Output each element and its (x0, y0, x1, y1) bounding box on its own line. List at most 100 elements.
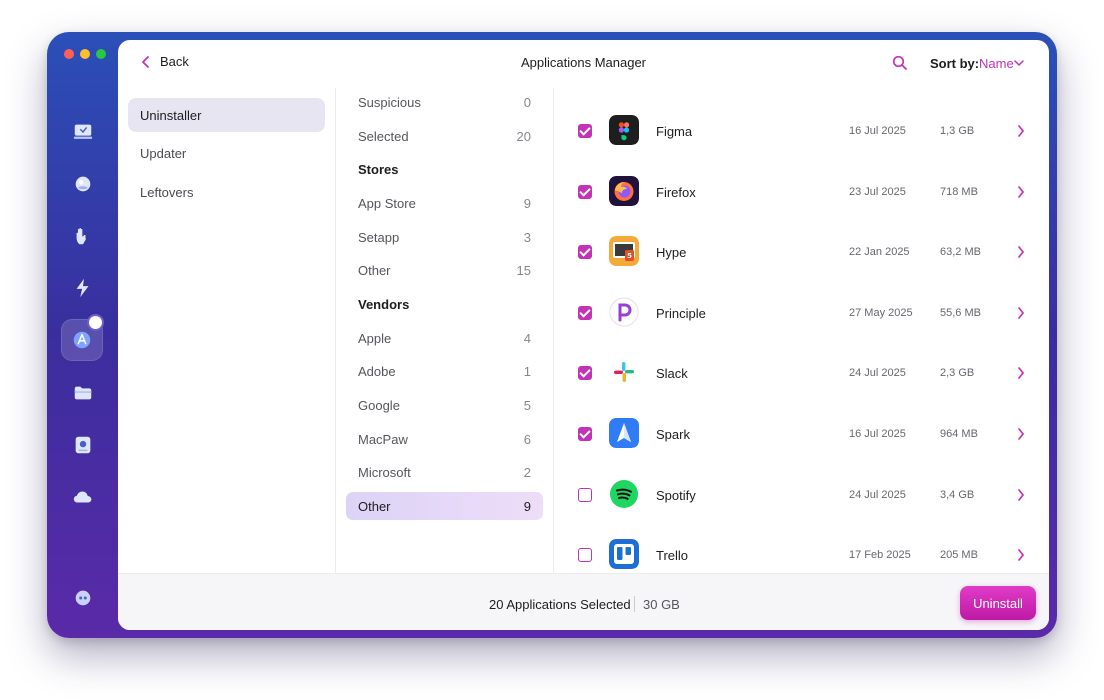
category-microsoft[interactable]: Microsoft 2 (346, 458, 543, 486)
nav-item-leftovers[interactable]: Leftovers (128, 175, 325, 209)
files-folder-icon[interactable] (67, 377, 99, 409)
slack-icon (609, 357, 639, 388)
section-header-stores: Stores (346, 155, 543, 183)
chevron-right-icon[interactable] (1017, 306, 1025, 319)
selection-count: 20 Applications Selected (489, 597, 631, 612)
firefox-icon (609, 175, 639, 206)
principle-icon (609, 297, 639, 327)
chevron-right-icon[interactable] (1017, 367, 1025, 380)
app-checkbox[interactable] (578, 124, 592, 138)
minimize-window-button[interactable] (80, 49, 90, 59)
app-date: 27 May 2025 (849, 306, 913, 319)
spotify-icon (609, 479, 639, 509)
toolbar: Back Applications Manager Sort by: Name (118, 40, 1049, 88)
app-size: 55,6 MB (940, 306, 981, 319)
category-label: Selected (358, 129, 409, 144)
list-item[interactable]: Spotify 24 Jul 2025 3,4 GB (554, 452, 1049, 512)
category-suspicious[interactable]: Suspicious 0 (346, 88, 543, 116)
list-item[interactable]: Trello 17 Feb 2025 205 MB (554, 512, 1049, 572)
category-count: 15 (516, 263, 531, 278)
category-label: Suspicious (358, 95, 421, 110)
chevron-right-icon[interactable] (1017, 246, 1025, 259)
list-item[interactable]: Slack 24 Jul 2025 2,3 GB (554, 330, 1049, 390)
category-other-store[interactable]: Other 15 (346, 256, 543, 284)
app-date: 24 Jul 2025 (849, 367, 906, 380)
category-label: Apple (358, 331, 392, 346)
chevron-down-icon[interactable] (1014, 59, 1024, 67)
figma-icon (609, 115, 639, 145)
chevron-right-icon[interactable] (1017, 549, 1025, 562)
category-apple[interactable]: Apple 4 (346, 324, 543, 352)
app-date: 16 Jul 2025 (849, 428, 906, 440)
app-size: 718 MB (940, 185, 978, 198)
chevron-right-icon[interactable] (1017, 428, 1025, 440)
nav-item-updater[interactable]: Updater (128, 136, 325, 170)
app-checkbox[interactable] (578, 245, 592, 260)
app-date: 23 Jul 2025 (849, 185, 906, 198)
zoom-window-button[interactable] (96, 49, 106, 59)
main-panel: Back Applications Manager Sort by: Name … (118, 40, 1049, 630)
app-checkbox[interactable] (578, 487, 592, 502)
app-date: 24 Jul 2025 (849, 488, 906, 501)
protection-hand-icon[interactable] (67, 220, 99, 252)
performance-bolt-icon[interactable] (67, 272, 99, 304)
category-count: 0 (523, 95, 531, 110)
app-name: Hype (656, 245, 687, 261)
category-count: 20 (516, 129, 531, 144)
smart-care-icon[interactable] (67, 116, 99, 148)
space-lens-icon[interactable] (67, 429, 99, 461)
app-window: Back Applications Manager Sort by: Name … (47, 32, 1057, 638)
chevron-right-icon[interactable] (1017, 488, 1025, 501)
app-date: 16 Jul 2025 (849, 125, 906, 137)
category-label: Setapp (358, 230, 400, 245)
assistant-icon[interactable] (67, 582, 99, 614)
app-checkbox[interactable] (578, 548, 592, 563)
cloud-icon[interactable] (67, 481, 99, 513)
category-label: Google (358, 398, 400, 413)
category-label: App Store (358, 196, 416, 211)
chevron-right-icon[interactable] (1017, 185, 1025, 198)
search-icon[interactable] (891, 54, 909, 72)
category-other-vendor[interactable]: Other 9 (346, 492, 543, 520)
category-google[interactable]: Google 5 (346, 391, 543, 419)
app-date: 22 Jan 2025 (849, 246, 910, 259)
category-count: 2 (523, 465, 531, 480)
app-size: 3,4 GB (940, 488, 975, 501)
app-name: Spark (656, 427, 690, 442)
list-item[interactable]: 5 Hype 22 Jan 2025 63,2 MB (554, 209, 1049, 269)
uninstall-button[interactable]: Uninstall (960, 586, 1036, 620)
category-count: 6 (523, 432, 531, 447)
footer-bar: 20 Applications Selected 30 GB Uninstall (118, 573, 1049, 630)
category-macpaw[interactable]: MacPaw 6 (346, 425, 543, 453)
app-checkbox[interactable] (578, 184, 592, 199)
chevron-right-icon[interactable] (1017, 125, 1025, 137)
selection-size: 30 GB (643, 597, 680, 612)
list-item[interactable]: Principle 27 May 2025 55,6 MB (554, 270, 1049, 330)
app-checkbox[interactable] (578, 427, 592, 441)
close-window-button[interactable] (64, 49, 74, 59)
app-date: 17 Feb 2025 (849, 549, 911, 562)
app-name: Spotify (656, 487, 696, 503)
list-item[interactable]: Spark 16 Jul 2025 964 MB (554, 391, 1049, 451)
nav-item-uninstaller[interactable]: Uninstaller (128, 98, 325, 132)
category-count: 1 (523, 364, 531, 379)
cleanup-icon[interactable] (67, 168, 99, 200)
category-label: Other (358, 499, 391, 514)
category-selected[interactable]: Selected 20 (346, 122, 543, 150)
category-app-store[interactable]: App Store 9 (346, 189, 543, 217)
nav-item-label: Uninstaller (140, 108, 202, 123)
app-size: 964 MB (940, 428, 978, 440)
section-header-vendors: Vendors (346, 290, 543, 318)
list-item[interactable]: Figma 16 Jul 2025 1,3 GB (554, 88, 1049, 148)
app-name: Trello (656, 548, 689, 564)
sort-dropdown[interactable]: Name (979, 56, 1014, 71)
category-list: Suspicious 0 Selected 20 Stores App Store 9… (336, 88, 554, 573)
sort-label: Sort by: (930, 56, 980, 71)
category-setapp[interactable]: Setapp 3 (346, 223, 543, 251)
list-item[interactable]: Firefox 23 Jul 2025 718 MB (554, 149, 1049, 209)
app-checkbox[interactable] (578, 366, 592, 381)
app-name: Principle (656, 305, 706, 321)
app-checkbox[interactable] (578, 305, 592, 320)
category-adobe[interactable]: Adobe 1 (346, 357, 543, 385)
category-label: Other (358, 263, 391, 278)
